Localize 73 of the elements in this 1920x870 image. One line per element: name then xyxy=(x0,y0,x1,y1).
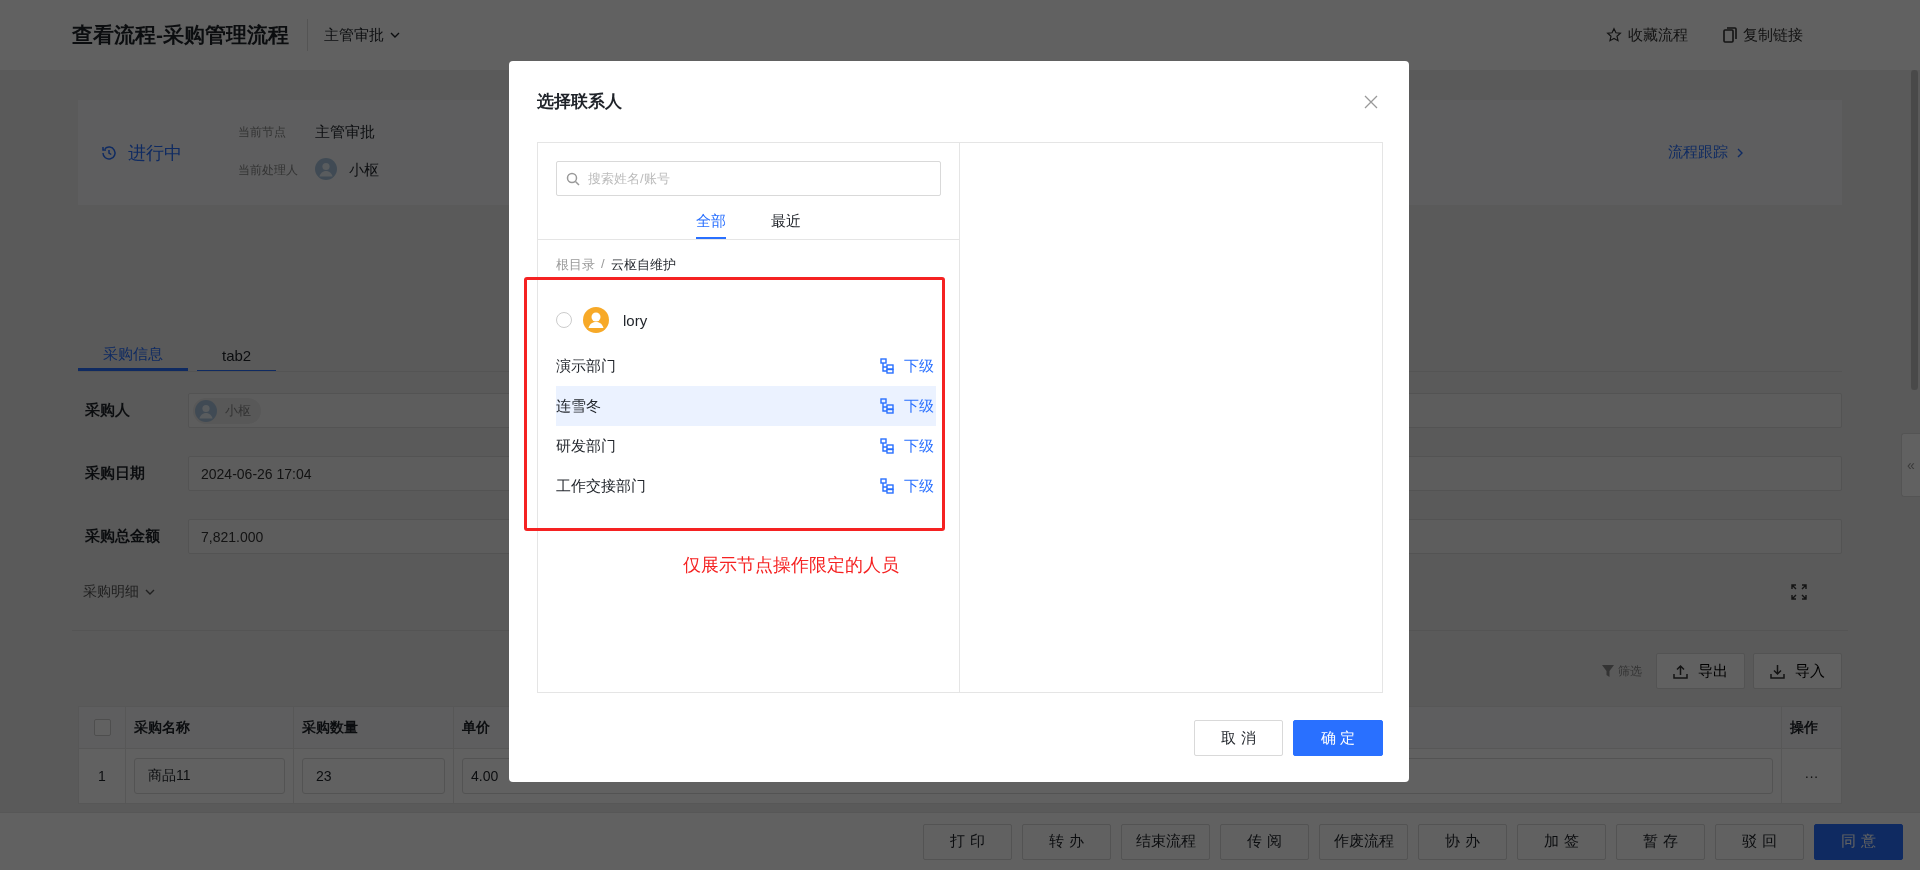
action-button[interactable]: 加 签 xyxy=(1517,823,1606,860)
avatar-icon xyxy=(583,307,609,333)
department-name[interactable]: 研发部门 xyxy=(556,436,880,456)
action-button[interactable]: 暂 存 xyxy=(1616,823,1705,860)
tab[interactable]: 采购信息 xyxy=(78,340,188,371)
department-name[interactable]: 演示部门 xyxy=(556,356,880,376)
action-button[interactable]: 协 办 xyxy=(1418,823,1507,860)
hierarchy-icon xyxy=(880,478,894,494)
hierarchy-icon xyxy=(880,398,894,414)
clock-icon xyxy=(100,143,118,162)
action-button[interactable]: 打 印 xyxy=(923,823,1012,860)
action-button[interactable]: 同 意 xyxy=(1814,823,1903,860)
avatar-icon xyxy=(315,158,339,182)
export-button[interactable]: 导出 xyxy=(1656,653,1745,689)
import-button[interactable]: 导入 xyxy=(1753,653,1842,689)
list-row[interactable]: 连雪冬 下级 xyxy=(556,386,936,426)
column-header: 采购数量 xyxy=(293,706,454,749)
section-toggle[interactable]: 采购明细 xyxy=(83,583,156,601)
field-value: 主管审批 xyxy=(315,123,376,142)
dialog-title: 选择联系人 xyxy=(537,91,622,113)
search-field[interactable]: 搜索姓名/账号 xyxy=(556,161,941,196)
page-title: 查看流程-采购管理流程 xyxy=(72,22,289,48)
input-field[interactable]: 23 xyxy=(302,758,445,794)
scrollbar[interactable] xyxy=(1911,70,1918,390)
action-button[interactable]: 转 办 xyxy=(1022,823,1111,860)
breadcrumb-separator: / xyxy=(601,256,605,273)
column-header: 操作 xyxy=(1781,706,1842,749)
breadcrumb-item: 云枢自维护 xyxy=(610,256,676,274)
collapse-button[interactable]: « xyxy=(1901,433,1920,497)
fullscreen-icon[interactable] xyxy=(1791,584,1807,600)
action-button[interactable]: 结束流程 xyxy=(1121,823,1210,860)
action-button[interactable]: 传 阅 xyxy=(1220,823,1309,860)
status-text: 进行中 xyxy=(128,141,182,165)
department-name[interactable]: 工作交接部门 xyxy=(556,476,880,496)
action-button[interactable]: 驳 回 xyxy=(1715,823,1804,860)
list-row[interactable]: 研发部门 下级 xyxy=(556,426,936,466)
upload-icon xyxy=(1673,663,1688,679)
close-icon[interactable] xyxy=(1364,94,1378,109)
node-switch[interactable]: 主管审批 xyxy=(324,23,401,47)
field-value: 小枢 xyxy=(349,160,379,180)
action-button[interactable]: 作废流程 xyxy=(1319,823,1408,860)
annotation-text: 仅展示节点操作限定的人员 xyxy=(682,554,900,577)
field-label: 采购总金额 xyxy=(84,527,161,546)
hierarchy-icon xyxy=(880,358,894,374)
input-field[interactable]: 商品11 xyxy=(134,758,285,794)
subordinate-link[interactable]: 下级 xyxy=(880,396,936,416)
list-row[interactable]: 演示部门 下级 xyxy=(556,346,936,386)
department-name[interactable]: 连雪冬 xyxy=(556,396,880,416)
row-number: 1 xyxy=(78,748,126,804)
subordinate-link[interactable]: 下级 xyxy=(880,476,936,496)
subordinate-link[interactable]: 下级 xyxy=(880,436,936,456)
field-label: 采购日期 xyxy=(84,464,146,483)
download-icon xyxy=(1770,663,1785,679)
hierarchy-icon xyxy=(880,438,894,454)
trace-link[interactable]: 流程跟踪 xyxy=(1662,142,1752,163)
field-label: 采购人 xyxy=(84,401,131,420)
column-header: 采购名称 xyxy=(125,706,294,749)
breadcrumb-item[interactable]: 根目录 xyxy=(556,256,595,277)
tab[interactable]: tab2 xyxy=(197,340,277,371)
radio-button[interactable] xyxy=(556,312,572,328)
funnel-icon xyxy=(1602,665,1614,677)
subordinate-link[interactable]: 下级 xyxy=(880,356,936,376)
avatar-icon xyxy=(195,399,217,422)
confirm-button[interactable]: 确 定 xyxy=(1293,720,1383,756)
favorite-button[interactable]: 收藏流程 xyxy=(1606,23,1688,47)
more-actions[interactable]: ··· xyxy=(1781,748,1842,804)
person-name[interactable]: lory xyxy=(623,311,648,329)
cancel-button[interactable]: 取 消 xyxy=(1194,720,1283,756)
tab[interactable]: 最近 xyxy=(771,196,801,239)
list-row[interactable]: 工作交接部门 下级 xyxy=(556,466,936,506)
list-row[interactable]: lory xyxy=(556,298,936,342)
copy-link-button[interactable]: 复制链接 xyxy=(1723,23,1803,47)
tab[interactable]: 全部 xyxy=(696,196,726,239)
